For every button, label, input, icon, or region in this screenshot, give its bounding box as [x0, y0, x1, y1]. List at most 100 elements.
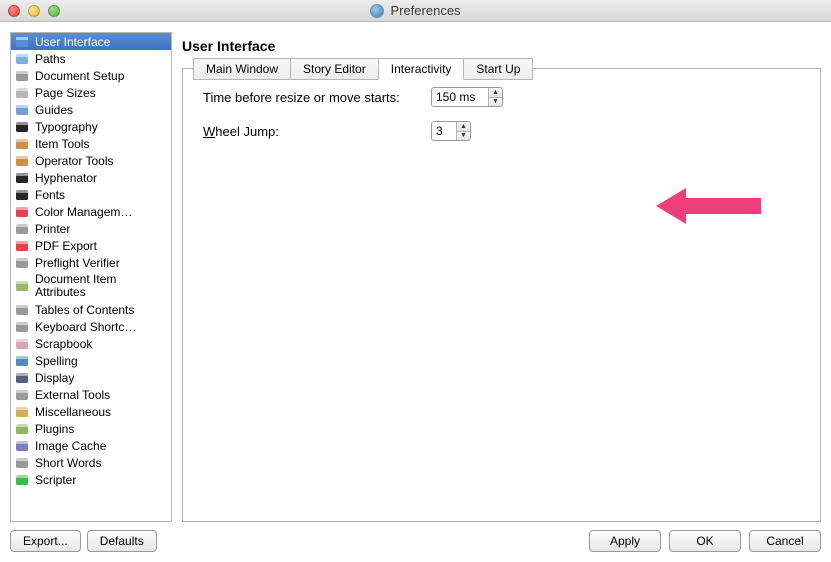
tab-start-up[interactable]: Start Up	[463, 58, 533, 80]
scripter-icon	[15, 473, 29, 487]
typography-icon	[15, 120, 29, 134]
sidebar-item-label: Hyphenator	[35, 171, 97, 185]
sidebar-item-printer[interactable]: Printer	[11, 220, 171, 237]
sidebar-item-image-cache[interactable]: Image Cache	[11, 437, 171, 454]
sidebar-item-label: Scrapbook	[35, 337, 92, 351]
doc-icon	[15, 69, 29, 83]
sidebar-item-typography[interactable]: Typography	[11, 118, 171, 135]
tab-interactivity[interactable]: Interactivity	[378, 58, 465, 80]
tools-icon	[15, 137, 29, 151]
sidebar-item-miscellaneous[interactable]: Miscellaneous	[11, 403, 171, 420]
sidebar-item-preflight-verifier[interactable]: Preflight Verifier	[11, 254, 171, 271]
ok-button[interactable]: OK	[669, 530, 741, 552]
tab-story-editor[interactable]: Story Editor	[290, 58, 379, 80]
sidebar-item-item-tools[interactable]: Item Tools	[11, 135, 171, 152]
cancel-button[interactable]: Cancel	[749, 530, 821, 552]
step-down-icon[interactable]: ▼	[457, 131, 470, 141]
sidebar-item-label: Scripter	[35, 473, 76, 487]
sidebar-item-pdf-export[interactable]: PDF Export	[11, 237, 171, 254]
resize-time-stepper[interactable]: ▲ ▼	[431, 87, 503, 107]
sidebar-item-label: Preflight Verifier	[35, 256, 120, 270]
apply-button[interactable]: Apply	[589, 530, 661, 552]
step-up-icon[interactable]: ▲	[489, 88, 502, 97]
sidebar-item-label: Fonts	[35, 188, 65, 202]
preflight-icon	[15, 256, 29, 270]
sidebar-item-operator-tools[interactable]: Operator Tools	[11, 152, 171, 169]
tools-icon	[15, 154, 29, 168]
exttools-icon	[15, 388, 29, 402]
sidebar-item-label: Tables of Contents	[35, 303, 134, 317]
wheel-jump-stepper[interactable]: ▲ ▼	[431, 121, 471, 141]
toc-icon	[15, 303, 29, 317]
folder-icon	[15, 52, 29, 66]
sidebar-item-label: Paths	[35, 52, 66, 66]
sidebar-item-label: Plugins	[35, 422, 74, 436]
sidebar-item-scrapbook[interactable]: Scrapbook	[11, 335, 171, 352]
sidebar-item-label: External Tools	[35, 388, 110, 402]
sidebar-item-label: Typography	[35, 120, 98, 134]
resize-time-input[interactable]	[432, 88, 488, 106]
sidebar-item-guides[interactable]: Guides	[11, 101, 171, 118]
sidebar-item-keyboard-shortc[interactable]: Keyboard Shortc…	[11, 318, 171, 335]
close-icon[interactable]	[8, 5, 20, 17]
category-list[interactable]: User Interface Paths Document Setup Page Si…	[10, 32, 172, 522]
wheel-jump-input[interactable]	[432, 122, 456, 140]
guides-icon	[15, 103, 29, 117]
app-icon	[370, 4, 384, 18]
sidebar-item-label: Miscellaneous	[35, 405, 111, 419]
sidebar-item-label: Document Item Attributes	[35, 273, 167, 299]
sidebar-item-color-managem[interactable]: Color Managem…	[11, 203, 171, 220]
sidebar-item-paths[interactable]: Paths	[11, 50, 171, 67]
sidebar-item-label: Keyboard Shortc…	[35, 320, 136, 334]
export-button[interactable]: Export...	[10, 530, 81, 552]
display-icon	[15, 371, 29, 385]
sidebar-item-external-tools[interactable]: External Tools	[11, 386, 171, 403]
sidebar-item-label: Spelling	[35, 354, 78, 368]
window-controls	[8, 5, 60, 17]
sidebar-item-label: Image Cache	[35, 439, 106, 453]
sidebar-item-scripter[interactable]: Scripter	[11, 471, 171, 488]
imagecache-icon	[15, 439, 29, 453]
sidebar-item-hyphenator[interactable]: Hyphenator	[11, 169, 171, 186]
step-up-icon[interactable]: ▲	[457, 122, 470, 131]
wheel-jump-label: Wheel Jump:	[203, 124, 421, 139]
sidebar-item-document-setup[interactable]: Document Setup	[11, 67, 171, 84]
tab-bar: Main WindowStory EditorInteractivityStar…	[193, 58, 532, 80]
sidebar-item-display[interactable]: Display	[11, 369, 171, 386]
sidebar-item-label: Item Tools	[35, 137, 89, 151]
attrs-icon	[15, 279, 29, 293]
maximize-icon[interactable]	[48, 5, 60, 17]
scrapbook-icon	[15, 337, 29, 351]
sidebar-item-spelling[interactable]: Spelling	[11, 352, 171, 369]
spelling-icon	[15, 354, 29, 368]
step-down-icon[interactable]: ▼	[489, 97, 502, 107]
minimize-icon[interactable]	[28, 5, 40, 17]
window-title: Preferences	[390, 3, 460, 18]
color-icon	[15, 205, 29, 219]
defaults-button[interactable]: Defaults	[87, 530, 157, 552]
tab-container: Main WindowStory EditorInteractivityStar…	[182, 68, 821, 522]
keyboard-icon	[15, 320, 29, 334]
sidebar-item-short-words[interactable]: Short Words	[11, 454, 171, 471]
font-icon	[15, 188, 29, 202]
tab-main-window[interactable]: Main Window	[193, 58, 291, 80]
sidebar-item-label: Short Words	[35, 456, 101, 470]
plugin-icon	[15, 422, 29, 436]
sidebar-item-label: Document Setup	[35, 69, 124, 83]
window-icon	[15, 35, 29, 49]
titlebar: Preferences	[0, 0, 831, 22]
sidebar-item-page-sizes[interactable]: Page Sizes	[11, 84, 171, 101]
sidebar-item-fonts[interactable]: Fonts	[11, 186, 171, 203]
page-icon	[15, 86, 29, 100]
sidebar-item-user-interface[interactable]: User Interface	[11, 33, 171, 50]
sidebar-item-tables-of-contents[interactable]: Tables of Contents	[11, 301, 171, 318]
sidebar-item-document-item-attributes[interactable]: Document Item Attributes	[11, 271, 171, 301]
sidebar-item-label: Guides	[35, 103, 73, 117]
sidebar-item-label: Color Managem…	[35, 205, 132, 219]
sidebar-item-label: User Interface	[35, 35, 110, 49]
sidebar-item-label: Page Sizes	[35, 86, 96, 100]
sidebar-item-label: Operator Tools	[35, 154, 114, 168]
page-title: User Interface	[182, 38, 821, 54]
sidebar-item-plugins[interactable]: Plugins	[11, 420, 171, 437]
pdf-icon	[15, 239, 29, 253]
